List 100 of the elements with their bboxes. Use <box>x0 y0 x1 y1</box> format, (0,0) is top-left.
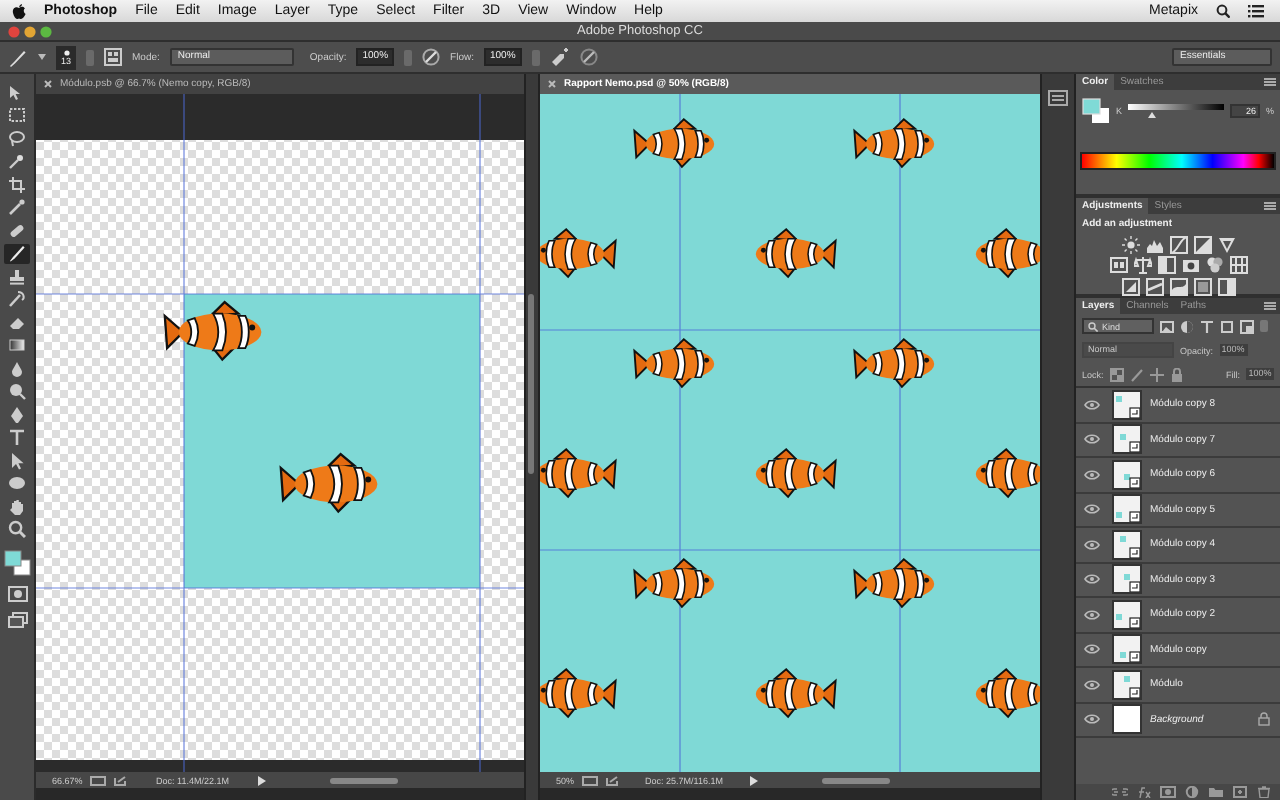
opacity-slider-button[interactable] <box>404 49 413 65</box>
airbrush-icon[interactable] <box>549 48 570 66</box>
screen-mode-icon[interactable] <box>7 612 27 628</box>
levels-icon[interactable] <box>1109 256 1127 274</box>
scrollbar-thumb[interactable] <box>528 294 534 474</box>
triangle-icon[interactable] <box>1217 235 1235 253</box>
eye-icon[interactable] <box>1084 679 1100 690</box>
sun-icon[interactable] <box>1121 235 1139 253</box>
share-icon[interactable] <box>114 775 127 785</box>
adjustment-filter-icon[interactable] <box>1180 319 1194 333</box>
folder-icon[interactable] <box>1208 786 1224 798</box>
tool-button[interactable] <box>4 243 30 264</box>
eye-icon[interactable] <box>1084 539 1100 550</box>
eye-icon[interactable] <box>1084 434 1100 445</box>
tool-button[interactable] <box>4 266 30 287</box>
cloud-icon[interactable] <box>582 775 599 785</box>
close-icon[interactable] <box>548 80 556 88</box>
invert-icon[interactable] <box>1121 277 1139 295</box>
layer-thumbnail <box>1112 424 1142 455</box>
eye-icon[interactable] <box>1084 399 1100 410</box>
tool-button[interactable] <box>4 174 30 195</box>
move-lock-icon[interactable] <box>1149 367 1164 381</box>
shape-filter-icon[interactable] <box>1220 319 1234 333</box>
panel-menu-icon[interactable] <box>1264 302 1276 310</box>
link-icon[interactable] <box>1112 786 1128 798</box>
scale-icon[interactable] <box>1133 256 1151 274</box>
close-icon[interactable] <box>44 80 52 88</box>
tool-button[interactable] <box>4 335 30 356</box>
share-icon[interactable] <box>606 775 619 785</box>
tool-button[interactable] <box>4 519 30 540</box>
lock-icon[interactable] <box>1169 367 1184 381</box>
cloud-icon[interactable] <box>90 775 107 785</box>
dot-icon <box>63 49 69 55</box>
selective-color-icon[interactable] <box>1217 277 1235 295</box>
eye-icon[interactable] <box>1084 574 1100 585</box>
eye-icon[interactable] <box>1084 469 1100 480</box>
scrollbar-thumb[interactable] <box>822 777 891 783</box>
ellipse-icon <box>8 474 26 493</box>
fx-icon[interactable] <box>1136 786 1152 798</box>
layer-thumbnail <box>1112 494 1142 525</box>
hand-icon <box>8 497 26 516</box>
caret-icon[interactable] <box>38 54 46 60</box>
eye-icon[interactable] <box>1084 609 1100 620</box>
checker-lock-icon[interactable] <box>1109 367 1124 381</box>
foreground-background-swatch-icon[interactable] <box>1082 98 1110 124</box>
circles-icon[interactable] <box>1205 256 1223 274</box>
brush-icon[interactable] <box>8 47 28 67</box>
filter-toggle[interactable] <box>1260 320 1268 332</box>
play-icon[interactable] <box>258 775 267 785</box>
image-filter-icon[interactable] <box>1160 319 1174 333</box>
tool-button[interactable] <box>4 197 30 218</box>
zoom-icon[interactable] <box>40 25 52 37</box>
flow-slider-button[interactable] <box>531 49 540 65</box>
lock-icon <box>1258 712 1270 727</box>
play-icon[interactable] <box>750 775 759 785</box>
color-swatches-icon[interactable] <box>3 550 31 576</box>
search-icon[interactable] <box>1216 4 1230 18</box>
slash-icon[interactable] <box>1145 277 1163 295</box>
dodge-icon <box>8 382 26 401</box>
tool-button[interactable] <box>4 289 30 310</box>
new-layer-icon[interactable] <box>1232 786 1248 798</box>
color-spectrum[interactable] <box>1080 152 1276 170</box>
grid-icon[interactable] <box>1229 256 1247 274</box>
threshold-icon[interactable] <box>1169 277 1187 295</box>
smart-filter-icon[interactable] <box>1240 319 1254 333</box>
brush-lock-icon[interactable] <box>1129 367 1144 381</box>
clownfish-drawing <box>633 338 715 389</box>
tool-button[interactable] <box>4 220 30 241</box>
exposure-icon[interactable] <box>1193 235 1211 253</box>
history-icon[interactable] <box>1048 90 1068 106</box>
brush-panel-icon[interactable] <box>104 48 122 66</box>
quick-mask-icon[interactable] <box>7 586 27 602</box>
eye-icon[interactable] <box>1084 644 1100 655</box>
tool-button[interactable] <box>4 381 30 402</box>
gradient-map-icon[interactable] <box>1193 277 1211 295</box>
histogram-icon[interactable] <box>1145 235 1163 253</box>
clownfish-drawing <box>853 118 935 169</box>
minimize-icon[interactable] <box>24 25 36 37</box>
slider-thumb[interactable] <box>1148 112 1157 118</box>
tool-button[interactable] <box>4 105 30 126</box>
type-filter-icon[interactable] <box>1200 319 1214 333</box>
half-square-icon[interactable] <box>1157 256 1175 274</box>
panel-menu-icon[interactable] <box>1264 78 1276 86</box>
clownfish-drawing <box>755 228 837 279</box>
search-icon <box>1088 321 1098 331</box>
scrollbar-thumb[interactable] <box>330 777 399 783</box>
camera-icon[interactable] <box>1181 256 1199 274</box>
mask-icon[interactable] <box>1160 786 1176 798</box>
tool-button[interactable] <box>4 473 30 494</box>
eye-icon[interactable] <box>1084 504 1100 515</box>
tool-button[interactable] <box>4 427 30 448</box>
panel-menu-icon[interactable] <box>1264 202 1276 210</box>
layer-thumbnail <box>1112 564 1142 595</box>
tool-button[interactable] <box>4 128 30 149</box>
eye-icon[interactable] <box>1084 714 1100 725</box>
curve-icon[interactable] <box>1169 235 1187 253</box>
list-icon[interactable] <box>1248 4 1264 18</box>
brush-icon <box>8 244 26 263</box>
layer-thumbnail <box>1112 529 1142 560</box>
trash-icon[interactable] <box>1256 786 1272 798</box>
